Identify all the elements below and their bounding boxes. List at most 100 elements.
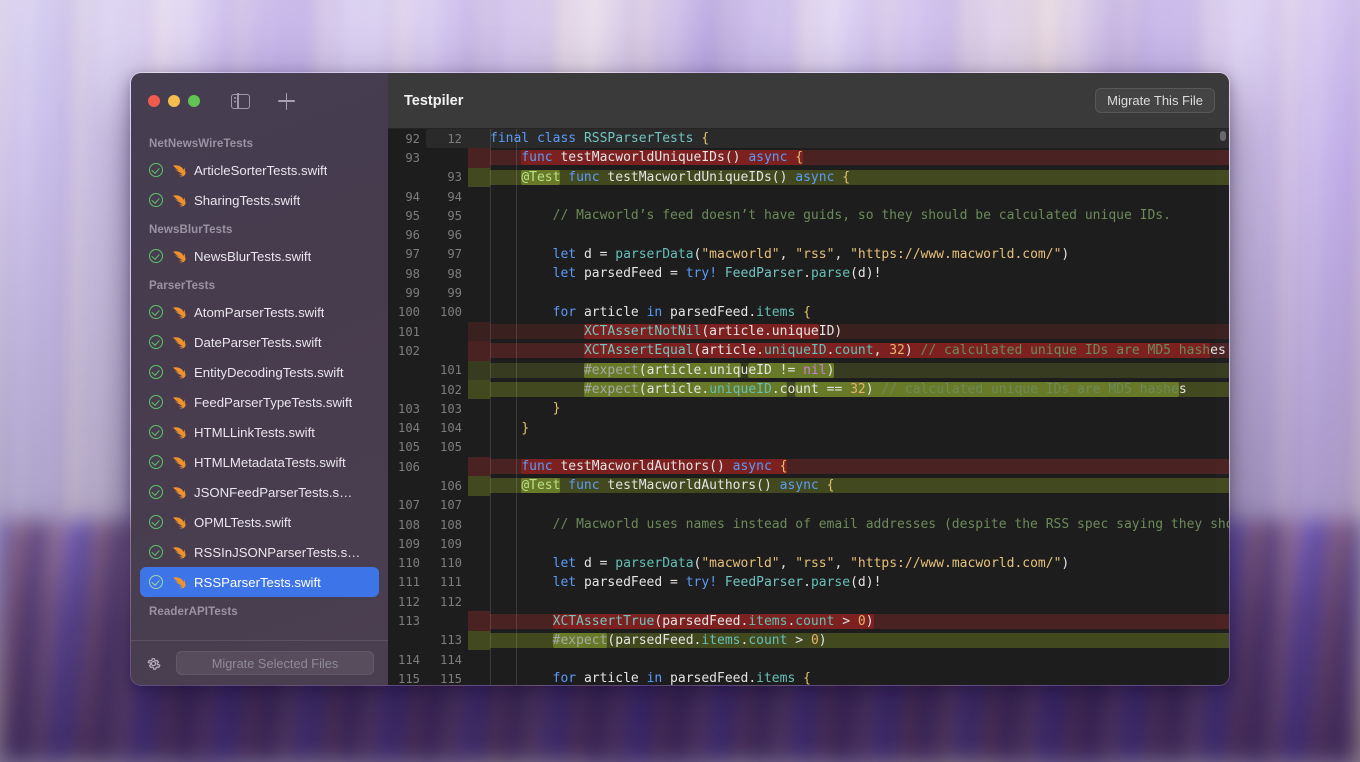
code-line[interactable]: 115 115 for article in parsedFeed.items { <box>388 669 1229 685</box>
gutter-old-line-number: 94 <box>405 189 420 204</box>
file-name-label: JSONFeedParserTests.s… <box>194 484 353 500</box>
file-list-item[interactable]: HTMLLinkTests.swift <box>140 417 379 447</box>
code-line[interactable]: 109 109 <box>388 534 1229 553</box>
file-list-item[interactable]: ArticleSorterTests.swift <box>140 155 379 185</box>
code-line[interactable]: 95 95 // Macworld’s feed doesn’t have gui… <box>388 206 1229 225</box>
migrate-this-file-button[interactable]: Migrate This File <box>1095 88 1215 113</box>
vertical-scrollbar-thumb[interactable] <box>1220 131 1226 141</box>
file-name-label: RSSInJSONParserTests.s… <box>194 544 361 560</box>
code-line[interactable]: 111 111 let parsedFeed = try! FeedParser.… <box>388 573 1229 592</box>
code-line[interactable]: 110 110 let d = parserData("macworld", "r… <box>388 554 1229 573</box>
diff-marker <box>468 303 490 322</box>
file-name-label: DateParserTests.swift <box>194 334 322 350</box>
code-line-text: let d = parserData("macworld", "rss", "h… <box>552 246 1070 262</box>
code-line[interactable]: 104 104 } <box>388 418 1229 437</box>
file-list-item[interactable]: JSONFeedParserTests.s… <box>140 477 379 507</box>
gutter-old-line-number: 96 <box>405 228 420 243</box>
diff-marker <box>468 341 490 361</box>
code-line[interactable]: 108 108 // Macworld uses names instead of… <box>388 515 1229 534</box>
check-circle-icon <box>149 305 163 319</box>
gutter-new-line-number: 109 <box>439 536 462 551</box>
code-line[interactable]: 105 105 <box>388 438 1229 457</box>
file-name-label: EntityDecodingTests.swift <box>194 364 344 380</box>
code-line-text: } <box>552 401 561 417</box>
gutter-new-line-number: 113 <box>426 633 468 648</box>
code-line[interactable]: 94 94 <box>388 187 1229 206</box>
file-list-item[interactable]: FeedParserTypeTests.swift <box>140 387 379 417</box>
gutter-old-line-number: 115 <box>397 671 420 685</box>
file-list-item[interactable]: OPMLTests.swift <box>140 507 379 537</box>
diff-marker <box>468 283 490 302</box>
diff-marker <box>468 187 490 206</box>
diff-token-highlight: #expect <box>552 632 608 648</box>
code-line[interactable]: 101 #expect(article.uniqueID != nil) <box>388 360 1229 380</box>
diff-token-highlight: XCTAssertNotNil(article.unique <box>583 324 819 340</box>
check-circle-icon <box>149 365 163 379</box>
diff-marker <box>468 573 490 592</box>
swift-file-icon <box>172 164 186 176</box>
indent-guide <box>516 129 517 685</box>
file-list-item[interactable]: RSSParserTests.swift <box>140 567 379 597</box>
code-line[interactable]: 97 97 let d = parserData("macworld", "rss… <box>388 245 1229 264</box>
code-line[interactable]: 101 XCTAssertNotNil(article.uniqueID) <box>388 321 1229 342</box>
gutter-old-line-number: 106 <box>388 459 426 474</box>
code-line[interactable]: 112 112 <box>388 592 1229 611</box>
file-list-item[interactable]: SharingTests.swift <box>140 185 379 215</box>
file-list-item[interactable]: DateParserTests.swift <box>140 327 379 357</box>
file-list-item[interactable]: AtomParserTests.swift <box>140 297 379 327</box>
gutter-new-line-number: 112 <box>439 594 462 609</box>
code-line[interactable]: 106 @Test func testMacworldAuthors() asy… <box>388 476 1229 496</box>
minimize-button[interactable] <box>168 95 180 107</box>
swift-file-icon <box>172 366 186 378</box>
check-circle-icon <box>149 485 163 499</box>
gutter-new-line-number: 98 <box>447 266 462 281</box>
sidebar-footer: Migrate Selected Files <box>131 640 388 685</box>
code-line[interactable]: 103 103 } <box>388 399 1229 418</box>
code-line[interactable]: 102 XCTAssertEqual(article.uniqueID.coun… <box>388 341 1229 361</box>
code-line[interactable]: 107 107 <box>388 496 1229 515</box>
gutter-new-line-number: 105 <box>439 440 462 455</box>
code-line[interactable]: 93 @Test func testMacworldUniqueIDs() as… <box>388 167 1229 187</box>
code-line[interactable]: 96 96 <box>388 225 1229 244</box>
code-line[interactable]: 98 98 let parsedFeed = try! FeedParser.pa… <box>388 264 1229 283</box>
code-line[interactable]: 114 114 <box>388 650 1229 669</box>
gutter-new-line-number: 96 <box>447 228 462 243</box>
file-list-item[interactable]: RSSInJSONParserTests.s… <box>140 537 379 567</box>
code-line[interactable]: 99 99 <box>388 283 1229 302</box>
file-list-item[interactable]: NewsBlurTests.swift <box>140 241 379 271</box>
indent-guide <box>490 129 491 685</box>
diff-token-highlight: @Test <box>521 169 561 185</box>
main-titlebar: Testpiler Migrate This File <box>388 73 1229 129</box>
file-list-item[interactable]: EntityDecodingTests.swift <box>140 357 379 387</box>
code-line-text: @Test func testMacworldAuthors() async { <box>490 478 1229 494</box>
code-line[interactable]: 113 XCTAssertTrue(parsedFeed.items.count… <box>388 611 1229 631</box>
migrate-selected-files-button[interactable]: Migrate Selected Files <box>176 651 374 675</box>
file-list[interactable]: NetNewsWireTests ArticleSorterTests.swift… <box>131 129 388 640</box>
gutter-old-line-number: 102 <box>388 343 426 358</box>
zoom-button[interactable] <box>188 95 200 107</box>
code-line[interactable]: 100 100 for article in parsedFeed.items { <box>388 303 1229 322</box>
code-line-text: final class RSSParserTests { <box>490 131 710 147</box>
code-line[interactable]: 93 func testMacworldUniqueIDs() async { <box>388 148 1229 168</box>
close-button[interactable] <box>148 95 160 107</box>
sidebar-toggle-icon[interactable] <box>231 92 250 110</box>
gutter-old-line-number: 97 <box>405 247 420 262</box>
code-line[interactable]: 102 #expect(article.uniqueID.count == 32… <box>388 379 1229 400</box>
add-icon[interactable] <box>278 92 295 110</box>
sidebar-titlebar <box>131 73 388 129</box>
diff-token-highlight: @Test <box>521 478 561 494</box>
code-line[interactable]: 106 func testMacworldAuthors() async { <box>388 457 1229 477</box>
code-editor[interactable]: 92 12 final class RSSParserTests {93 func … <box>388 129 1229 685</box>
vertical-scrollbar[interactable] <box>1216 129 1229 685</box>
diff-marker <box>468 225 490 244</box>
gutter-old-line-number: 98 <box>405 266 420 281</box>
gutter-old-line-number: 105 <box>397 440 420 455</box>
gutter-old-line-number: 92 <box>405 131 420 146</box>
file-name-label: HTMLMetadataTests.swift <box>194 454 346 470</box>
file-list-item[interactable]: HTMLMetadataTests.swift <box>140 447 379 477</box>
gear-icon[interactable] <box>145 655 162 672</box>
file-name-label: FeedParserTypeTests.swift <box>194 394 353 410</box>
code-line[interactable]: 92 12 final class RSSParserTests { <box>388 129 1229 148</box>
main-pane: Testpiler Migrate This File 92 12 final cl… <box>388 73 1229 685</box>
code-line[interactable]: 113 #expect(parsedFeed.items.count > 0) <box>388 630 1229 651</box>
